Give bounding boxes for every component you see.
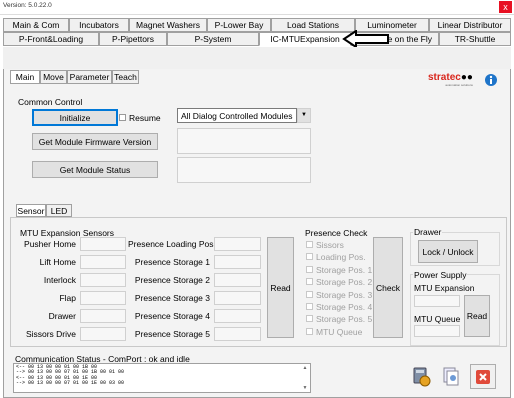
- presence-label: Presence Storage 5: [134, 329, 210, 339]
- scroll-down-icon[interactable]: ▼: [301, 385, 309, 391]
- mtu-queue-label: MTU Queue: [414, 314, 461, 324]
- presence-checkbox: [306, 253, 313, 261]
- presence-value: [214, 327, 261, 341]
- subtab-teach[interactable]: Teach: [112, 70, 139, 84]
- mtu-expansion-value: [414, 295, 460, 307]
- presence-value: [214, 237, 261, 251]
- sensor-label: Drawer: [48, 311, 76, 321]
- presence-value: [214, 291, 261, 305]
- sensor-value: [80, 291, 126, 305]
- presence-checkbox: [306, 241, 313, 248]
- close-icon: [476, 369, 490, 384]
- info-icon[interactable]: [484, 73, 498, 87]
- sensor-label: Flap: [59, 293, 76, 303]
- resume-checkbox[interactable]: [119, 114, 126, 121]
- presence-label: Presence Loading Pos.: [128, 239, 216, 249]
- tab-p-system[interactable]: P-System: [167, 32, 259, 46]
- presence-value: [214, 309, 261, 323]
- status-output: [177, 157, 311, 183]
- resume-label: Resume: [129, 113, 161, 123]
- lock-unlock-button[interactable]: Lock / Unlock: [418, 240, 478, 263]
- comm-log: <-- 00 13 00 00 01 00 1B 00 --> 00 13 00…: [13, 363, 311, 393]
- check-button[interactable]: Check: [373, 237, 403, 338]
- initialize-button[interactable]: Initialize: [32, 109, 118, 126]
- chevron-down-icon[interactable]: ▼: [297, 108, 311, 123]
- sensor-label: Lift Home: [39, 257, 76, 267]
- presence-label: Presence Storage 2: [134, 275, 210, 285]
- sensor-value: [80, 255, 126, 269]
- tab-ic-mtuexpansion[interactable]: IC-MTUExpansion: [259, 32, 351, 46]
- comm-line: --> 00 13 00 00 07 01 00 1E 00 03 00: [16, 380, 125, 387]
- tab-main-com[interactable]: Main & Com: [3, 18, 69, 32]
- scroll-up-icon[interactable]: ▲: [301, 365, 309, 371]
- presence-checkbox: [306, 265, 313, 273]
- tab-p-lower-bay[interactable]: P-Lower Bay: [207, 18, 271, 32]
- get-firmware-button[interactable]: Get Module Firmware Version: [32, 133, 158, 150]
- version-label: Version: 5.0.22.0: [3, 2, 52, 9]
- sensor-label: Sissors Drive: [25, 329, 76, 339]
- presence-check-label: Loading Pos.: [316, 252, 366, 263]
- tab-tr-shuttle[interactable]: TR-Shuttle: [439, 32, 511, 46]
- subtab-led[interactable]: LED: [46, 204, 72, 217]
- sensor-value: [80, 327, 126, 341]
- settings-tool-icon[interactable]: [408, 364, 434, 389]
- presence-checkbox: [306, 315, 313, 323]
- common-control-title: Common Control: [18, 97, 83, 107]
- presence-check-label: Storage Pos. 1: [316, 264, 373, 275]
- drawer-title: Drawer: [413, 227, 443, 237]
- get-status-button[interactable]: Get Module Status: [32, 161, 158, 178]
- sensor-value: [80, 273, 126, 287]
- presence-check-label: Sissors: [316, 240, 344, 250]
- close-button[interactable]: x: [499, 1, 512, 13]
- subtab-move[interactable]: Move: [40, 70, 67, 84]
- tab-incubators[interactable]: Incubators: [69, 18, 129, 32]
- sensor-label: Interlock: [43, 275, 76, 285]
- presence-check-label: Storage Pos. 3: [316, 289, 373, 300]
- subtab-sensor[interactable]: Sensor: [16, 204, 46, 217]
- sensor-label: Pusher Home: [24, 239, 76, 249]
- presence-value: [214, 273, 261, 287]
- close-dialog-button[interactable]: [470, 364, 496, 389]
- presence-checkbox: [306, 327, 313, 335]
- presence-check-title: Presence Check: [305, 228, 368, 238]
- tab-strip-spacer: [3, 47, 511, 69]
- presence-check-label: MTU Queue: [316, 326, 363, 337]
- presence-checkbox: [306, 278, 313, 286]
- sensor-read-button[interactable]: Read: [267, 237, 294, 338]
- presence-check-label: Storage Pos. 4: [316, 302, 373, 312]
- tab-p-front-loading[interactable]: P-Front&Loading: [3, 32, 99, 46]
- presence-label: Presence Storage 4: [134, 311, 210, 321]
- sensor-value: [80, 237, 126, 251]
- stratec-logo: stratec●● automation solutions: [428, 72, 473, 87]
- mtu-expansion-label: MTU Expansion: [414, 283, 475, 293]
- presence-label: Presence Storage 1: [134, 257, 210, 267]
- presence-check-label: Storage Pos. 5: [316, 314, 373, 325]
- tab-linear-distributor[interactable]: Linear Distributor: [429, 18, 511, 32]
- module-dropdown[interactable]: All Dialog Controlled Modules: [177, 108, 297, 123]
- power-supply-title: Power Supply: [413, 270, 468, 280]
- sensor-value: [80, 309, 126, 323]
- title-bar: Version: 5.0.22.0 x: [0, 0, 514, 15]
- firmware-output: [177, 128, 311, 154]
- mtu-queue-value: [414, 325, 460, 337]
- presence-checkbox: [306, 290, 313, 298]
- subtab-parameter[interactable]: Parameter: [67, 70, 112, 84]
- presence-value: [214, 255, 261, 269]
- annotation-arrow-icon: [342, 30, 389, 48]
- presence-checkbox: [306, 303, 313, 310]
- power-read-button[interactable]: Read: [464, 295, 490, 337]
- documents-icon[interactable]: [438, 364, 464, 389]
- tab-p-pipettors[interactable]: P-Pipettors: [99, 32, 167, 46]
- presence-label: Presence Storage 3: [134, 293, 210, 303]
- tab-magnet-washers[interactable]: Magnet Washers: [129, 18, 207, 32]
- presence-check-label: Storage Pos. 2: [316, 277, 373, 288]
- subtab-main[interactable]: Main: [10, 70, 40, 84]
